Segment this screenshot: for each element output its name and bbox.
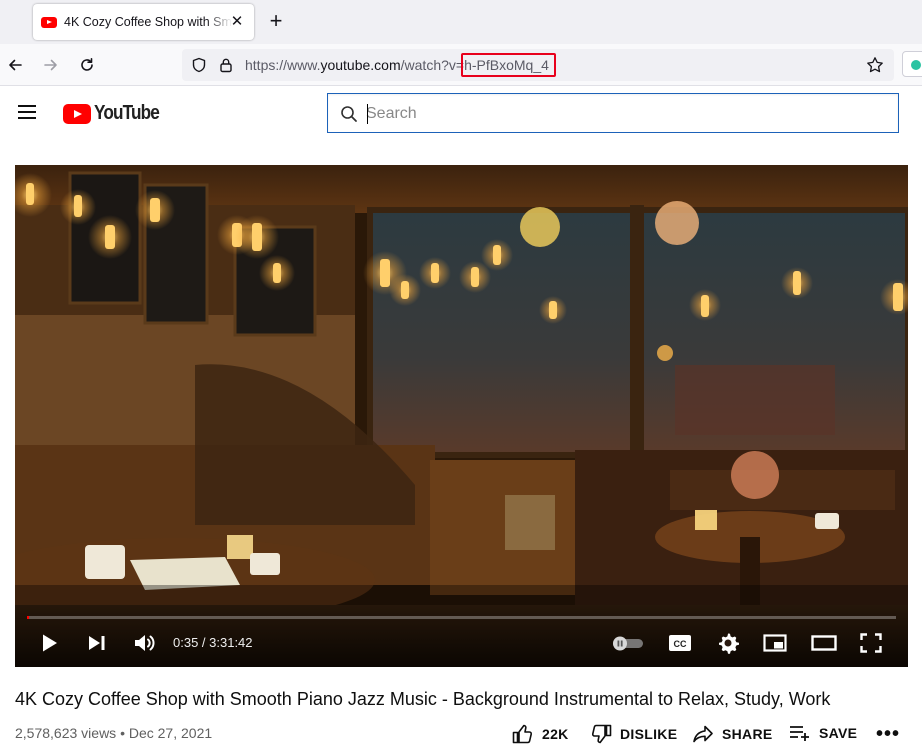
tab-close-icon[interactable]: ✕ [228, 13, 246, 31]
video-player[interactable]: 0:35 / 3:31:42 CC [15, 165, 908, 667]
tab-strip: 4K Cozy Coffee Shop with Smooth Piano Ja… [0, 0, 922, 44]
back-icon[interactable] [2, 52, 28, 78]
forward-icon[interactable] [38, 52, 64, 78]
volume-icon[interactable] [132, 628, 158, 658]
star-icon[interactable] [866, 56, 884, 79]
dislike-button[interactable]: DISLIKE [590, 724, 677, 744]
progress-bar[interactable] [27, 616, 896, 619]
like-icon [512, 724, 533, 744]
search-icon [340, 105, 358, 128]
share-icon [693, 725, 713, 743]
miniplayer-icon[interactable] [761, 628, 789, 658]
play-icon[interactable] [37, 628, 63, 658]
youtube-logo-icon [63, 103, 91, 124]
search-box[interactable] [327, 93, 899, 133]
video-frame [15, 165, 908, 667]
shield-icon[interactable] [191, 57, 207, 78]
dislike-icon [591, 724, 612, 744]
like-count: 22K [542, 726, 569, 742]
youtube-logo[interactable]: YouTube [63, 102, 170, 125]
youtube-header: YouTube [0, 86, 922, 142]
save-icon [790, 726, 809, 741]
lock-icon[interactable] [219, 57, 233, 78]
settings-icon[interactable] [715, 628, 741, 658]
address-bar[interactable]: https://www.youtube.com/watch?v=h-PfBxoM… [182, 49, 894, 81]
video-meta: 2,578,623 views • Dec 27, 2021 [15, 725, 213, 741]
more-actions-icon[interactable]: ••• [876, 723, 900, 746]
svg-text:CC: CC [674, 639, 687, 649]
tab-title: 4K Cozy Coffee Shop with Smooth Piano Ja… [64, 15, 232, 29]
dislike-label: DISLIKE [620, 726, 678, 742]
autoplay-toggle[interactable] [610, 628, 646, 658]
hamburger-icon[interactable] [18, 105, 36, 119]
fullscreen-icon[interactable] [858, 628, 884, 658]
progress-fill [27, 616, 29, 619]
youtube-logo-text: YouTube [94, 102, 160, 124]
video-title: 4K Cozy Coffee Shop with Smooth Piano Ja… [15, 689, 831, 709]
theater-icon[interactable] [809, 628, 839, 658]
next-icon[interactable] [85, 628, 109, 658]
browser-tab[interactable]: 4K Cozy Coffee Shop with Smooth Piano Ja… [33, 4, 254, 40]
search-input[interactable] [366, 103, 866, 125]
time-display: 0:35 / 3:31:42 [173, 635, 253, 650]
url-highlight-box [461, 53, 556, 77]
captions-icon[interactable]: CC [666, 628, 694, 658]
extension-icon[interactable] [902, 51, 922, 77]
like-button[interactable]: 22K [512, 724, 569, 744]
save-label: SAVE [819, 725, 858, 741]
text-caret [367, 104, 368, 124]
new-tab-button[interactable]: + [264, 10, 288, 34]
nav-bar: https://www.youtube.com/watch?v=h-PfBxoM… [0, 44, 922, 86]
save-button[interactable]: SAVE [789, 724, 857, 742]
youtube-favicon-icon [41, 16, 57, 28]
reload-icon[interactable] [74, 52, 100, 78]
share-button[interactable]: SHARE [692, 724, 773, 744]
share-label: SHARE [722, 726, 773, 742]
